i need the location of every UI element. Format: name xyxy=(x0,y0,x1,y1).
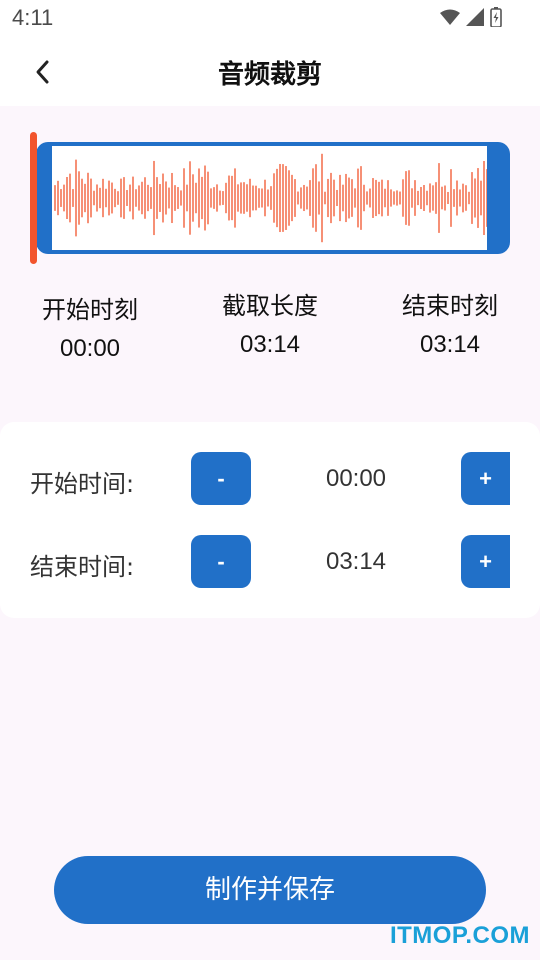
status-time: 4:11 xyxy=(12,5,54,30)
end-time-control: 结束时间: - 03:14 + xyxy=(0,535,540,589)
end-time-control-value: 03:14 xyxy=(325,548,387,575)
start-time-summary: 开始时刻 00:00 xyxy=(0,290,180,363)
end-time-label: 结束时刻 xyxy=(402,292,498,320)
end-time-control-label: 结束时间: xyxy=(30,553,135,581)
signal-icon xyxy=(466,8,484,26)
start-time-control-label: 开始时间: xyxy=(30,470,135,498)
audio-trim-screen: 4:11 音频裁剪 开始时刻 00:00 截取长度 03:14 结束时刻 03:… xyxy=(0,0,540,960)
time-controls-card: 开始时间: - 00:00 + 结束时间: - 03:14 + xyxy=(0,422,540,618)
duration-value: 03:14 xyxy=(239,331,301,358)
start-time-decrement-button[interactable]: - xyxy=(191,452,251,505)
duration-label: 截取长度 xyxy=(222,292,318,320)
end-time-increment-button[interactable]: + xyxy=(461,535,510,588)
audio-waveform xyxy=(54,153,487,243)
end-time-value: 03:14 xyxy=(419,331,481,358)
end-time-decrement-button[interactable]: - xyxy=(191,535,251,588)
app-header: 音频裁剪 xyxy=(0,36,540,106)
duration-summary: 截取长度 03:14 xyxy=(180,286,360,359)
start-time-value: 00:00 xyxy=(59,335,121,362)
waveform-section: 开始时刻 00:00 截取长度 03:14 结束时刻 03:14 xyxy=(0,106,540,406)
start-time-control: 开始时间: - 00:00 + xyxy=(0,452,540,506)
start-time-control-value: 00:00 xyxy=(325,465,387,492)
page-title: 音频裁剪 xyxy=(217,60,322,90)
watermark: ITMOP.COM xyxy=(389,922,530,949)
start-handle[interactable] xyxy=(30,132,37,264)
status-icons xyxy=(440,7,502,27)
start-time-increment-button[interactable]: + xyxy=(461,452,510,505)
wifi-icon xyxy=(440,9,460,25)
start-time-label: 开始时刻 xyxy=(42,296,138,324)
end-time-summary: 结束时刻 03:14 xyxy=(360,286,540,359)
save-button[interactable]: 制作并保存 xyxy=(54,856,486,924)
status-bar: 4:11 xyxy=(0,0,540,36)
battery-icon xyxy=(490,7,502,27)
